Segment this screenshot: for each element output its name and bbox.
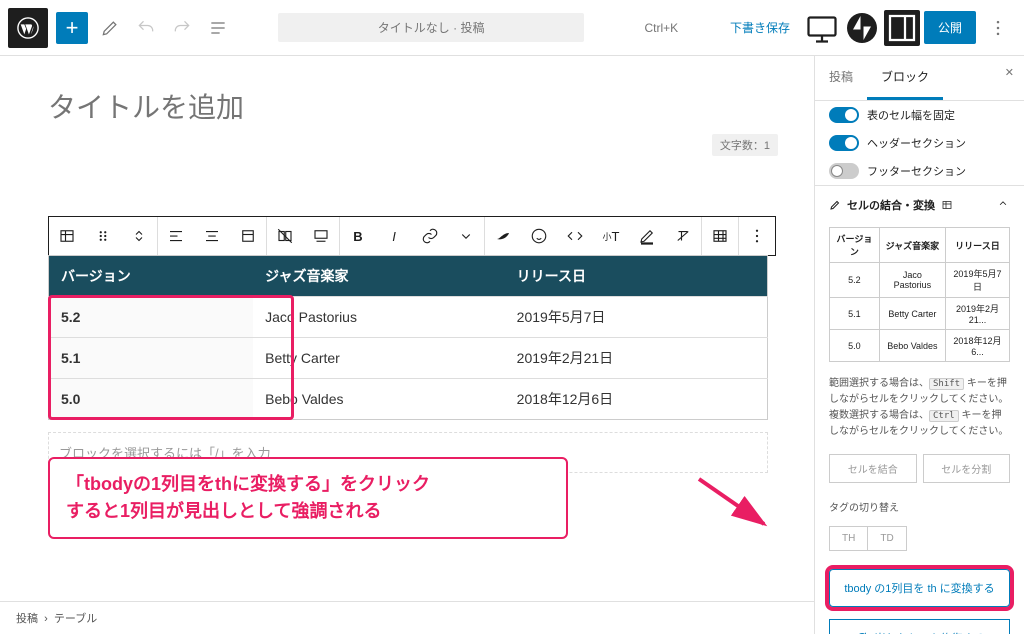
- char-count-badge: 文字数：1: [712, 134, 778, 156]
- breadcrumb-current[interactable]: テーブル: [54, 613, 97, 625]
- font-size-icon[interactable]: 小T: [593, 217, 629, 255]
- more-block-options-icon[interactable]: [739, 217, 775, 255]
- redo-icon[interactable]: [164, 6, 200, 50]
- annotation-callout: 「tbodyの1列目をthに変換する」をクリック すると1列目が見出しとして強調…: [48, 457, 568, 539]
- cell-style-icon[interactable]: [267, 217, 303, 255]
- move-arrows-icon[interactable]: [121, 217, 157, 255]
- add-block-button[interactable]: +: [56, 12, 88, 44]
- jetpack-icon[interactable]: [844, 10, 880, 46]
- edit-table-icon[interactable]: [702, 217, 738, 255]
- caption-icon[interactable]: [303, 217, 339, 255]
- merge-cells-button[interactable]: セルを結合: [829, 454, 917, 483]
- wp-logo[interactable]: [8, 8, 48, 48]
- column-align-icon[interactable]: [230, 217, 266, 255]
- table-header[interactable]: ジャズ音楽家: [253, 256, 505, 297]
- top-toolbar: + タイトルなし · 投稿 Ctrl+K 下書き保存 公開: [0, 0, 1024, 56]
- table-block[interactable]: バージョン ジャズ音楽家 リリース日 5.2Jaco Pastorius2019…: [48, 255, 768, 420]
- table-row[interactable]: 5.0Bebo Valdes2018年12月6日: [49, 379, 768, 420]
- save-draft-button[interactable]: 下書き保存: [720, 13, 800, 42]
- settings-sidebar: 投稿 ブロック ✕ 表のセル幅を固定 ヘッダーセクション フッターセクション セ…: [814, 56, 1024, 634]
- shortcut-hint: Ctrl+K: [644, 21, 678, 35]
- tag-switch-label: タグの切り替え: [815, 493, 1024, 520]
- tab-block[interactable]: ブロック: [867, 56, 943, 100]
- toggle-footer-section[interactable]: [829, 163, 859, 179]
- block-toolbar: B I 小T: [48, 216, 776, 256]
- undo-icon[interactable]: [128, 6, 164, 50]
- breadcrumb: 投稿 › テーブル: [0, 601, 814, 634]
- chevron-down-icon[interactable]: [448, 217, 484, 255]
- annotation-arrow: [694, 474, 774, 534]
- convert-tbody-th-button[interactable]: tbody の1列目を th に変換する: [829, 569, 1010, 607]
- tab-post[interactable]: 投稿: [815, 56, 867, 100]
- table-row[interactable]: 5.2Jaco Pastorius2019年5月7日: [49, 297, 768, 338]
- tag-td-button[interactable]: TD: [867, 526, 906, 551]
- drag-handle-icon[interactable]: [85, 217, 121, 255]
- breadcrumb-root[interactable]: 投稿: [16, 613, 38, 625]
- editor-canvas[interactable]: タイトルを追加 文字数：1 B: [0, 56, 814, 634]
- more-options-icon[interactable]: [980, 6, 1016, 50]
- clear-format-icon[interactable]: [665, 217, 701, 255]
- settings-panel-toggle[interactable]: [884, 10, 920, 46]
- outline-icon[interactable]: [200, 6, 236, 50]
- toggle-fixed-width[interactable]: [829, 107, 859, 123]
- swoosh-icon[interactable]: [485, 217, 521, 255]
- bold-icon[interactable]: B: [340, 217, 376, 255]
- align-center-icon[interactable]: [194, 217, 230, 255]
- italic-icon[interactable]: I: [376, 217, 412, 255]
- edit-mode-icon[interactable]: [92, 6, 128, 50]
- document-title[interactable]: タイトルなし · 投稿: [278, 13, 585, 42]
- close-panel-icon[interactable]: ✕: [995, 56, 1024, 100]
- align-left-icon[interactable]: [158, 217, 194, 255]
- text-color-icon[interactable]: [629, 217, 665, 255]
- repair-cells-button[interactable]: 崩れたセルを修復する: [829, 619, 1010, 634]
- publish-button[interactable]: 公開: [924, 11, 976, 44]
- table-block-icon[interactable]: [49, 217, 85, 255]
- post-title-input[interactable]: タイトルを追加: [48, 86, 798, 126]
- table-row[interactable]: 5.1Betty Carter2019年2月21日: [49, 338, 768, 379]
- table-header[interactable]: リリース日: [505, 256, 768, 297]
- code-icon[interactable]: [557, 217, 593, 255]
- preview-desktop-icon[interactable]: [804, 10, 840, 46]
- tag-th-button[interactable]: TH: [829, 526, 867, 551]
- mini-table-preview[interactable]: バージョンジャズ音楽家リリース日 5.2Jaco Pastorius2019年5…: [829, 227, 1010, 362]
- emoji-icon[interactable]: [521, 217, 557, 255]
- table-header[interactable]: バージョン: [49, 256, 254, 297]
- toggle-header-section[interactable]: [829, 135, 859, 151]
- link-icon[interactable]: [412, 217, 448, 255]
- panel-merge-transform[interactable]: セルの結合・変換: [815, 185, 1024, 223]
- split-cells-button[interactable]: セルを分割: [923, 454, 1011, 483]
- help-text: 範囲選択する場合は、Shift キーを押しながらセルをクリックしてください。複数…: [815, 372, 1024, 450]
